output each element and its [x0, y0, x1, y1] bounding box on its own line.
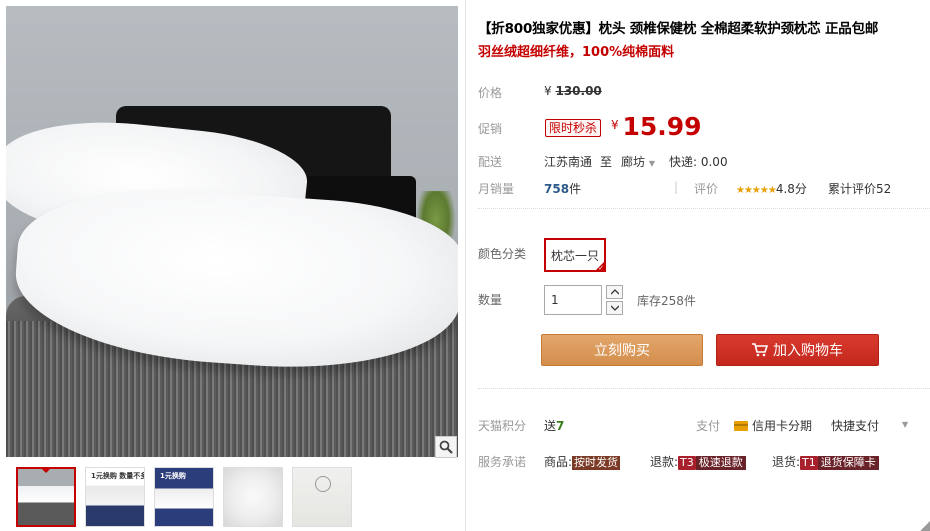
service-refund: 退款: T3 极速退款	[650, 453, 746, 470]
chevron-down-icon[interactable]: ▼	[902, 420, 908, 429]
thumbnail-5[interactable]	[292, 467, 352, 527]
thumbnail-2[interactable]: 1元换购 数量不多了!	[85, 467, 145, 527]
credit-installment[interactable]: 信用卡分期	[734, 417, 812, 434]
shipping-fee: 快递: 0.00	[669, 155, 728, 169]
thumbnail-tag: 1元换购	[160, 472, 186, 480]
product-title: 【折800独家优惠】枕头 颈椎保健枕 全棉超柔软护颈枕芯 正品包邮	[478, 21, 879, 37]
main-product-image[interactable]	[6, 6, 458, 457]
service-return: 退货: T1 退货保障卡	[772, 453, 879, 470]
buy-now-button[interactable]: 立刻购买	[541, 334, 703, 366]
zoom-icon[interactable]	[435, 436, 457, 458]
quantity-label: 数量	[478, 293, 503, 307]
rating: ★★★★★4.8分	[736, 182, 807, 196]
chevron-down-icon: ▼	[648, 159, 655, 168]
total-reviews-link[interactable]: 累计评价52	[828, 180, 891, 197]
service-label: 服务承诺	[478, 455, 527, 469]
thumbnail-1[interactable]	[16, 467, 76, 527]
star-rating-icon: ★★★★★	[736, 185, 777, 196]
divider-vertical	[465, 0, 466, 531]
thumbnail-strip: 1元换购 数量不多了! 1元换购	[16, 467, 352, 531]
quantity-decrease-button[interactable]	[606, 301, 623, 315]
shipping-destination[interactable]: 廊坊 ▼	[621, 153, 655, 170]
quantity-input[interactable]: 1	[544, 285, 602, 315]
resize-grip-icon[interactable]	[920, 521, 930, 531]
label-logo-icon	[315, 476, 331, 492]
shipping-to-word: 至	[600, 155, 613, 169]
check-icon: ✓	[598, 264, 604, 272]
price-label: 价格	[478, 86, 503, 100]
credit-card-icon	[734, 421, 748, 431]
flash-sale-badge: 限时秒杀	[545, 119, 602, 137]
thumbnail-tag: 1元换购 数量不多了!	[90, 472, 144, 481]
shipping-from: 江苏南通	[544, 155, 593, 169]
color-option-selected[interactable]: 枕芯一只 ✓	[544, 238, 606, 272]
monthly-sales: 758件	[544, 182, 582, 196]
product-info: 【折800独家优惠】枕头 颈椎保健枕 全棉超柔软护颈枕芯 正品包邮 羽丝绒超细纤…	[478, 0, 930, 531]
cart-icon	[752, 343, 768, 357]
quick-pay[interactable]: 快捷支付	[831, 417, 879, 434]
payment-label: 支付	[696, 419, 721, 433]
thumbnail-4[interactable]	[223, 467, 283, 527]
product-gallery: 1元换购 数量不多了! 1元换购	[0, 0, 465, 531]
points-label: 天猫积分	[478, 419, 527, 433]
service-goods: 商品: 按时发货	[544, 455, 621, 470]
product-subtitle: 羽丝绒超细纤维，100%纯棉面料	[478, 45, 675, 60]
quantity-increase-button[interactable]	[606, 285, 623, 299]
add-to-cart-button[interactable]: 加入购物车	[716, 334, 879, 366]
stock-text: 库存258件	[637, 294, 696, 308]
shipping-label: 配送	[478, 155, 503, 169]
sales-label: 月销量	[478, 182, 515, 196]
points-value: 送7	[544, 419, 565, 433]
color-label: 颜色分类	[478, 247, 527, 261]
thumbnail-3[interactable]: 1元换购	[154, 467, 214, 527]
divider	[478, 388, 930, 389]
divider	[478, 208, 930, 209]
chevron-down-icon	[610, 305, 619, 311]
promo-price: ¥ 15.99	[611, 112, 702, 141]
original-price: ¥ 130.00	[544, 84, 602, 98]
chevron-up-icon	[610, 289, 619, 295]
review-label: 评价	[694, 182, 719, 196]
promo-label: 促销	[478, 122, 503, 136]
